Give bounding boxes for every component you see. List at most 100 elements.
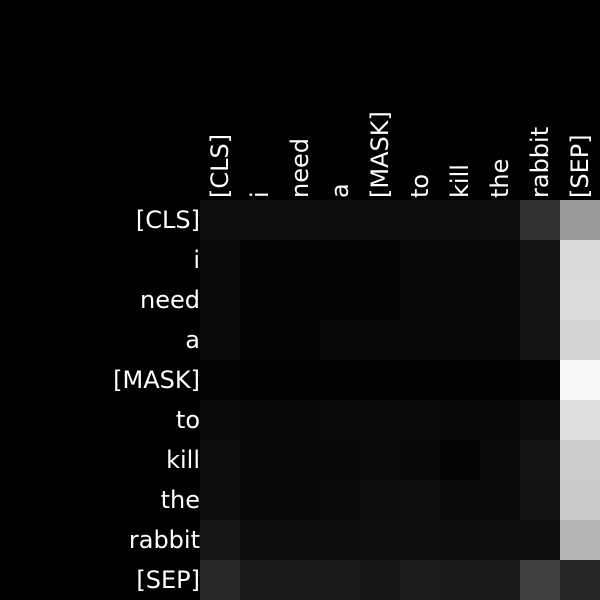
heatmap-cell xyxy=(520,520,560,560)
y-tick-label: i xyxy=(193,246,200,274)
heatmap-cell xyxy=(560,520,600,560)
heatmap-cell xyxy=(360,520,400,560)
y-tick-label: kill xyxy=(166,446,200,474)
heatmap-cell xyxy=(320,400,360,440)
heatmap-cell xyxy=(200,400,240,440)
heatmap-cell xyxy=(520,360,560,400)
x-tick-label: [MASK] xyxy=(366,111,394,198)
heatmap-cell xyxy=(320,240,360,280)
heatmap-cell xyxy=(560,320,600,360)
heatmap-cell xyxy=(360,440,400,480)
heatmap-cell xyxy=(520,560,560,600)
heatmap-cell xyxy=(240,440,280,480)
x-tick-label: i xyxy=(246,191,274,198)
heatmap-cell xyxy=(480,240,520,280)
y-tick-label: [MASK] xyxy=(113,366,200,394)
heatmap-cell xyxy=(440,280,480,320)
heatmap-cell xyxy=(480,560,520,600)
heatmap-cell xyxy=(280,360,320,400)
heatmap-cell xyxy=(440,240,480,280)
heatmap-cell xyxy=(200,320,240,360)
heatmap-cell xyxy=(400,280,440,320)
heatmap-cell xyxy=(560,480,600,520)
heatmap-cell xyxy=(520,320,560,360)
y-tick-label: the xyxy=(161,486,200,514)
heatmap-cell xyxy=(520,200,560,240)
heatmap-cell xyxy=(200,280,240,320)
attention-heatmap: [CLS] i need a [MASK] to kill the rabbit [SEP] [C… xyxy=(0,0,600,600)
y-tick-label: to xyxy=(176,406,200,434)
heatmap-cell xyxy=(240,320,280,360)
heatmap-cell xyxy=(360,200,400,240)
heatmap-cell xyxy=(400,480,440,520)
heatmap-cells xyxy=(200,200,600,600)
heatmap-cell xyxy=(240,480,280,520)
heatmap-cell xyxy=(560,280,600,320)
heatmap-cell xyxy=(360,280,400,320)
heatmap-cell xyxy=(480,480,520,520)
y-tick-label: need xyxy=(140,286,200,314)
x-tick-label: need xyxy=(286,138,314,198)
heatmap-cell xyxy=(440,560,480,600)
heatmap-cell xyxy=(400,360,440,400)
heatmap-cell xyxy=(240,520,280,560)
heatmap-cell xyxy=(560,560,600,600)
heatmap-cell xyxy=(440,360,480,400)
heatmap-cell xyxy=(400,440,440,480)
heatmap-cell xyxy=(520,400,560,440)
heatmap-cell xyxy=(480,360,520,400)
heatmap-cell xyxy=(440,200,480,240)
y-tick-label: [SEP] xyxy=(136,566,200,594)
heatmap-cell xyxy=(320,440,360,480)
heatmap-cell xyxy=(320,560,360,600)
heatmap-cell xyxy=(360,360,400,400)
heatmap-cell xyxy=(240,200,280,240)
heatmap-cell xyxy=(400,320,440,360)
heatmap-cell xyxy=(400,560,440,600)
heatmap-cell xyxy=(320,520,360,560)
heatmap-cell xyxy=(520,240,560,280)
y-tick-label: a xyxy=(185,326,200,354)
y-tick-label: [CLS] xyxy=(136,206,200,234)
heatmap-cell xyxy=(560,360,600,400)
heatmap-cell xyxy=(280,200,320,240)
heatmap-cell xyxy=(440,440,480,480)
heatmap-cell xyxy=(280,400,320,440)
heatmap-cell xyxy=(440,400,480,440)
heatmap-cell xyxy=(320,200,360,240)
x-tick-label: a xyxy=(326,183,354,198)
heatmap-cell xyxy=(200,560,240,600)
x-tick-label: rabbit xyxy=(526,127,554,198)
heatmap-cell xyxy=(560,240,600,280)
x-tick-label: [SEP] xyxy=(566,134,594,198)
heatmap-cell xyxy=(440,480,480,520)
heatmap-cell xyxy=(200,520,240,560)
heatmap-cell xyxy=(320,280,360,320)
heatmap-cell xyxy=(280,440,320,480)
heatmap-cell xyxy=(320,480,360,520)
heatmap-cell xyxy=(400,520,440,560)
heatmap-cell xyxy=(560,200,600,240)
heatmap-cell xyxy=(400,400,440,440)
heatmap-cell xyxy=(200,360,240,400)
heatmap-cell xyxy=(560,440,600,480)
heatmap-cell xyxy=(480,440,520,480)
heatmap-cell xyxy=(320,320,360,360)
heatmap-cell xyxy=(440,320,480,360)
heatmap-cell xyxy=(400,200,440,240)
heatmap-cell xyxy=(280,240,320,280)
x-tick-label: [CLS] xyxy=(206,134,234,198)
heatmap-cell xyxy=(280,560,320,600)
heatmap-cell xyxy=(280,320,320,360)
heatmap-cell xyxy=(480,280,520,320)
x-tick-label: kill xyxy=(446,164,474,198)
heatmap-cell xyxy=(200,200,240,240)
heatmap-cell xyxy=(240,240,280,280)
heatmap-cell xyxy=(240,280,280,320)
heatmap-cell xyxy=(240,400,280,440)
heatmap-cell xyxy=(320,360,360,400)
heatmap-cell xyxy=(480,320,520,360)
heatmap-cell xyxy=(200,240,240,280)
heatmap-cell xyxy=(520,480,560,520)
heatmap-cell xyxy=(560,400,600,440)
